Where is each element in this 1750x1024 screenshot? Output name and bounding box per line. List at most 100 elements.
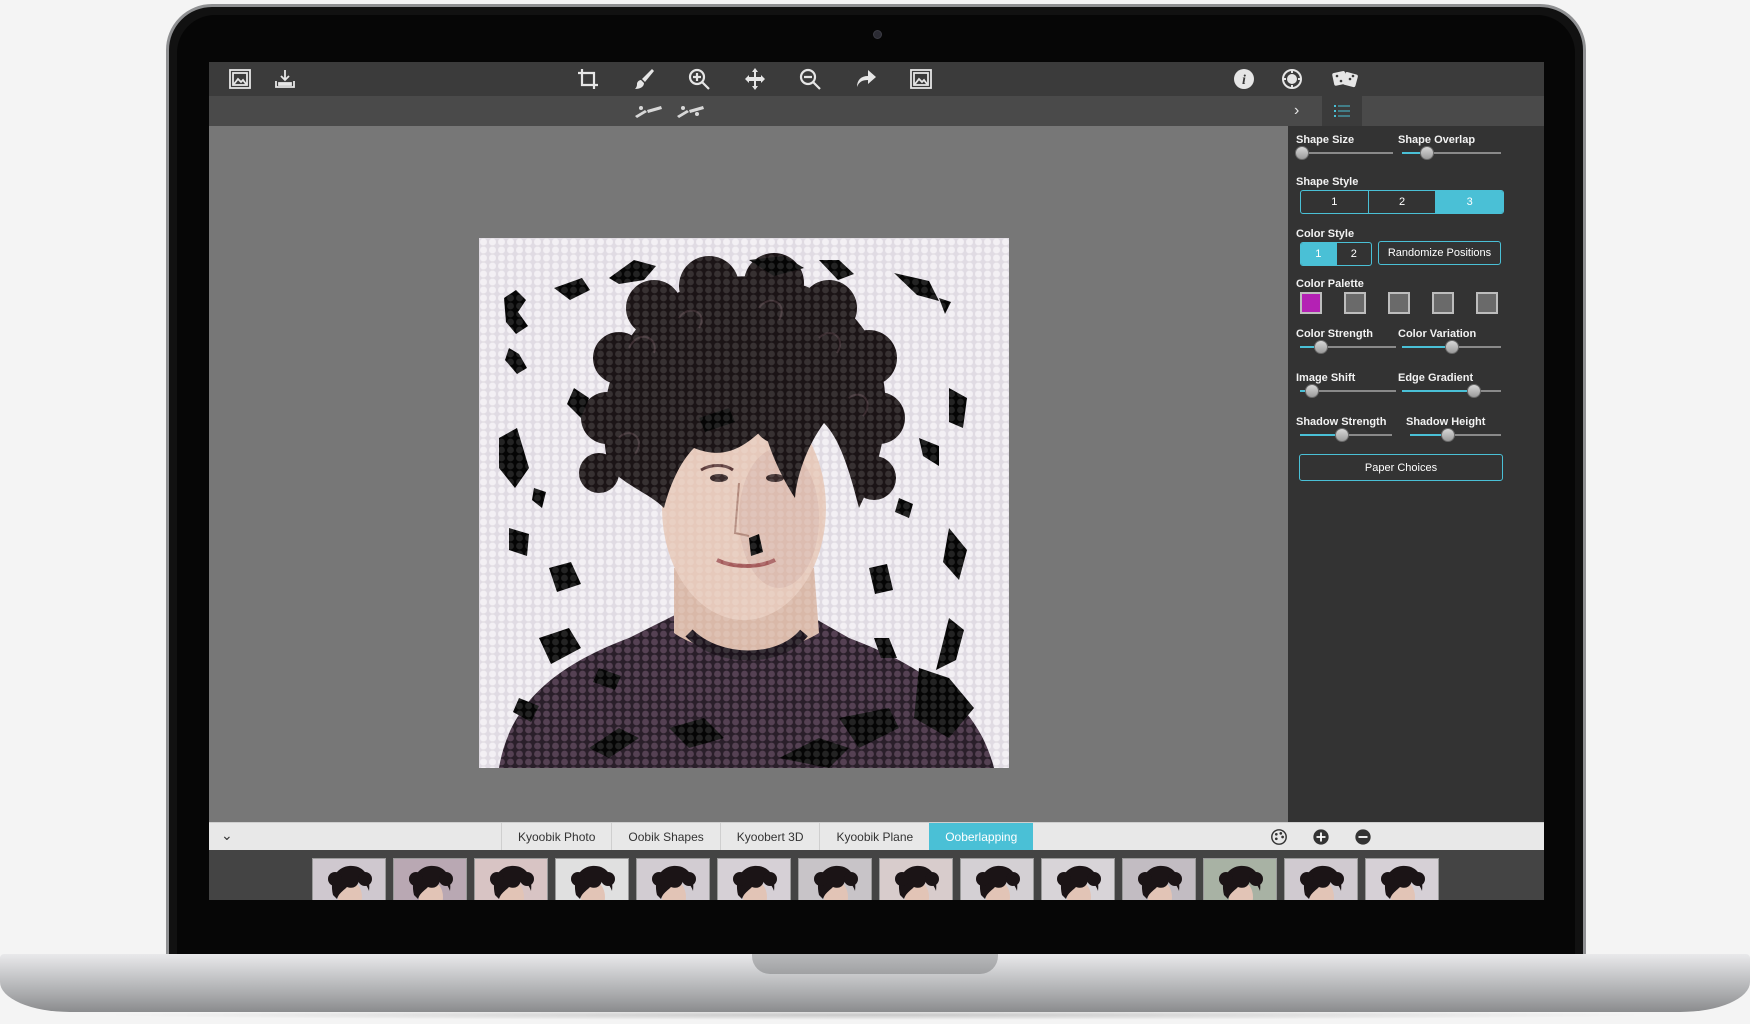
slider-knob[interactable] — [1441, 428, 1456, 442]
thumbnail-image — [1284, 858, 1358, 900]
main-toolbar: i — [209, 62, 1544, 96]
palette-icon[interactable] — [1269, 827, 1289, 847]
slider-knob[interactable] — [1335, 428, 1350, 442]
palette-swatch-4[interactable] — [1432, 292, 1454, 314]
shape-overlap-label: Shape Overlap — [1398, 134, 1476, 146]
remove-preset-icon[interactable] — [1353, 827, 1373, 847]
shadow-height-slider[interactable] — [1410, 428, 1501, 442]
preset-thumbnail[interactable]: Ooberlapping-03 — [474, 858, 548, 900]
color-style-option-2[interactable]: 2 — [1337, 243, 1372, 265]
thumbnail-image — [312, 858, 386, 900]
preset-thumbnail[interactable]: Ooberlapping-09 — [960, 858, 1034, 900]
panel-list-tab[interactable] — [1322, 96, 1362, 126]
edge-gradient-slider[interactable] — [1402, 384, 1501, 398]
thumbnail-image — [636, 858, 710, 900]
preset-thumbnail[interactable]: Ooberlapping-01 — [312, 858, 386, 900]
randomize-positions-button[interactable]: Randomize Positions — [1378, 241, 1501, 265]
slider-knob[interactable] — [1294, 146, 1309, 160]
color-style-option-1[interactable]: 1 — [1301, 243, 1337, 265]
thumbnail-portrait — [895, 865, 939, 900]
crop-icon[interactable] — [575, 67, 601, 91]
shape-style-option-2[interactable]: 2 — [1369, 191, 1437, 213]
zoom-in-icon[interactable] — [686, 67, 712, 91]
tab-kyoobert-3d[interactable]: Kyoobert 3D — [719, 823, 820, 851]
preset-thumbnail[interactable]: Ooberlapping-12 — [1203, 858, 1277, 900]
palette-swatch-5[interactable] — [1476, 292, 1498, 314]
shape-style-option-3[interactable]: 3 — [1436, 191, 1503, 213]
thumbnail-portrait — [1219, 865, 1263, 900]
open-image-icon[interactable] — [227, 67, 253, 91]
color-strength-slider[interactable] — [1300, 340, 1396, 354]
shape-size-label: Shape Size — [1296, 134, 1355, 146]
image-canvas[interactable] — [209, 126, 1288, 822]
settings-icon[interactable] — [1279, 67, 1305, 91]
preset-thumbnail[interactable]: Ooberlapping-04 — [555, 858, 629, 900]
tab-ooberlapping[interactable]: Ooberlapping — [929, 823, 1034, 851]
slider-knob[interactable] — [1304, 384, 1319, 398]
redo-icon[interactable] — [853, 67, 879, 91]
image-shift-slider[interactable] — [1300, 384, 1396, 398]
tab-kyoobik-photo[interactable]: Kyoobik Photo — [501, 823, 611, 851]
tab-kyoobik-plane[interactable]: Kyoobik Plane — [819, 823, 929, 851]
shape-overlap-slider[interactable] — [1402, 146, 1501, 160]
svg-text:i: i — [1242, 73, 1246, 88]
color-strength-label: Color Strength — [1296, 328, 1373, 340]
shadow-strength-slider[interactable] — [1300, 428, 1392, 442]
thumbnail-portrait — [409, 865, 453, 900]
slider-track[interactable] — [1300, 152, 1393, 154]
brush-erase-icon[interactable] — [631, 101, 667, 121]
thumbnail-image — [1203, 858, 1277, 900]
color-variation-slider[interactable] — [1402, 340, 1501, 354]
shape-style-selector: 123 — [1300, 190, 1504, 214]
collapse-panel-chevron-icon[interactable]: › — [1294, 102, 1299, 120]
slider-knob[interactable] — [1444, 340, 1459, 354]
preset-thumbnail-strip: Ooberlapping-01Ooberlapping-02Ooberlappi… — [209, 850, 1544, 900]
thumbnail-image — [879, 858, 953, 900]
preset-thumbnail[interactable]: Ooberlapping-02 — [393, 858, 467, 900]
portrait-preview[interactable] — [479, 238, 1009, 768]
edge-gradient-label: Edge Gradient — [1398, 372, 1474, 384]
slider-knob[interactable] — [1314, 340, 1329, 354]
thumbnail-portrait — [733, 865, 777, 900]
info-icon[interactable]: i — [1231, 67, 1257, 91]
preset-thumbnail[interactable]: Ooberlapping-08 — [879, 858, 953, 900]
preset-thumbnail[interactable]: Ooberlapping-06 — [717, 858, 791, 900]
collapse-strip-chevron-icon[interactable]: ⌄ — [221, 827, 233, 844]
preset-thumbnail[interactable]: Ooberlapping-11 — [1122, 858, 1196, 900]
preset-thumbnail[interactable]: Ooberlapping-14 — [1365, 858, 1439, 900]
palette-swatch-3[interactable] — [1388, 292, 1410, 314]
save-image-icon[interactable] — [272, 67, 298, 91]
preset-thumbnail[interactable]: Ooberlapping-07 — [798, 858, 872, 900]
thumbnail-portrait — [976, 865, 1020, 900]
palette-swatch-2[interactable] — [1344, 292, 1366, 314]
pan-icon[interactable] — [742, 67, 768, 91]
shape-style-option-1[interactable]: 1 — [1301, 191, 1369, 213]
thumbnail-portrait — [1057, 865, 1101, 900]
paper-choices-button[interactable]: Paper Choices — [1299, 454, 1503, 481]
brush-restore-icon[interactable] — [673, 101, 709, 121]
shadow-strength-label: Shadow Strength — [1296, 416, 1387, 428]
thumbnail-portrait — [328, 865, 372, 900]
color-style-selector: 12 — [1300, 242, 1372, 266]
shadow-height-label: Shadow Height — [1406, 416, 1486, 428]
palette-swatch-1[interactable] — [1300, 292, 1322, 314]
slider-knob[interactable] — [1419, 146, 1434, 160]
preset-thumbnail[interactable]: Ooberlapping-13 — [1284, 858, 1358, 900]
slider-knob[interactable] — [1467, 384, 1482, 398]
color-palette-label: Color Palette — [1296, 278, 1364, 290]
preset-thumbnail[interactable]: Ooberlapping-05 — [636, 858, 710, 900]
add-preset-icon[interactable] — [1311, 827, 1331, 847]
shape-style-label: Shape Style — [1296, 176, 1359, 188]
color-variation-label: Color Variation — [1398, 328, 1477, 340]
app-window: i › Shape Size Shape Overlap Shape Style… — [209, 62, 1544, 900]
tab-oobik-shapes[interactable]: Oobik Shapes — [611, 823, 719, 851]
zoom-out-icon[interactable] — [797, 67, 823, 91]
brush-icon[interactable] — [631, 67, 657, 91]
preset-thumbnail[interactable]: Ooberlapping-10 — [1041, 858, 1115, 900]
panel-tab-strip: › — [1288, 96, 1544, 126]
shape-size-slider[interactable] — [1294, 146, 1393, 160]
thumbnail-image — [798, 858, 872, 900]
thumbnail-image — [1041, 858, 1115, 900]
fit-image-icon[interactable] — [908, 67, 934, 91]
random-dice-icon[interactable] — [1331, 67, 1361, 91]
